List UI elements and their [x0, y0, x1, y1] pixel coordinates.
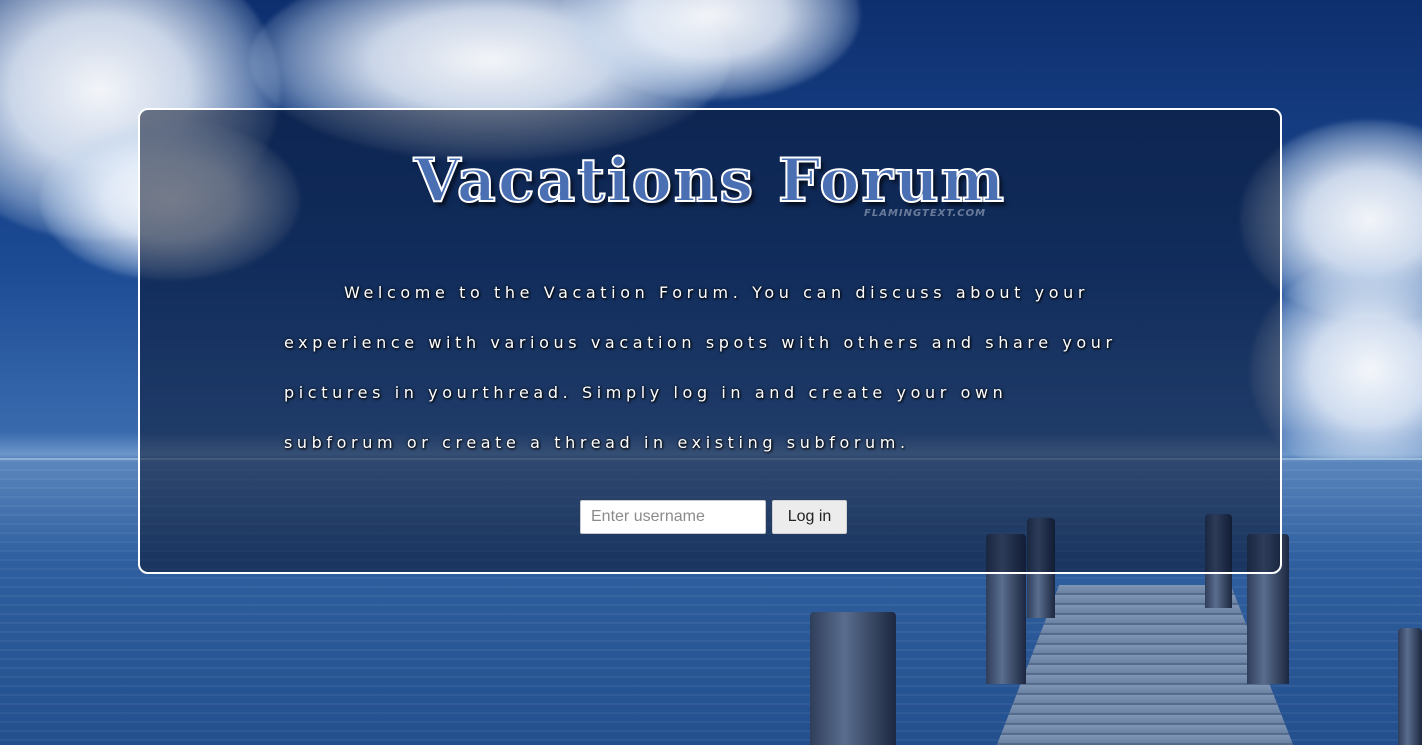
welcome-panel: Vacations Forum FLAMINGTEXT.COM Welcome …	[138, 108, 1282, 574]
login-button[interactable]: Log in	[772, 500, 847, 534]
page-title: Vacations Forum	[413, 145, 1007, 217]
username-input[interactable]	[580, 500, 766, 534]
pier-post	[1398, 628, 1422, 745]
login-form: Log in	[580, 500, 847, 534]
title-watermark: FLAMINGTEXT.COM	[864, 208, 987, 219]
welcome-text: Welcome to the Vacation Forum. You can d…	[284, 283, 1117, 452]
pier-post	[810, 612, 896, 745]
